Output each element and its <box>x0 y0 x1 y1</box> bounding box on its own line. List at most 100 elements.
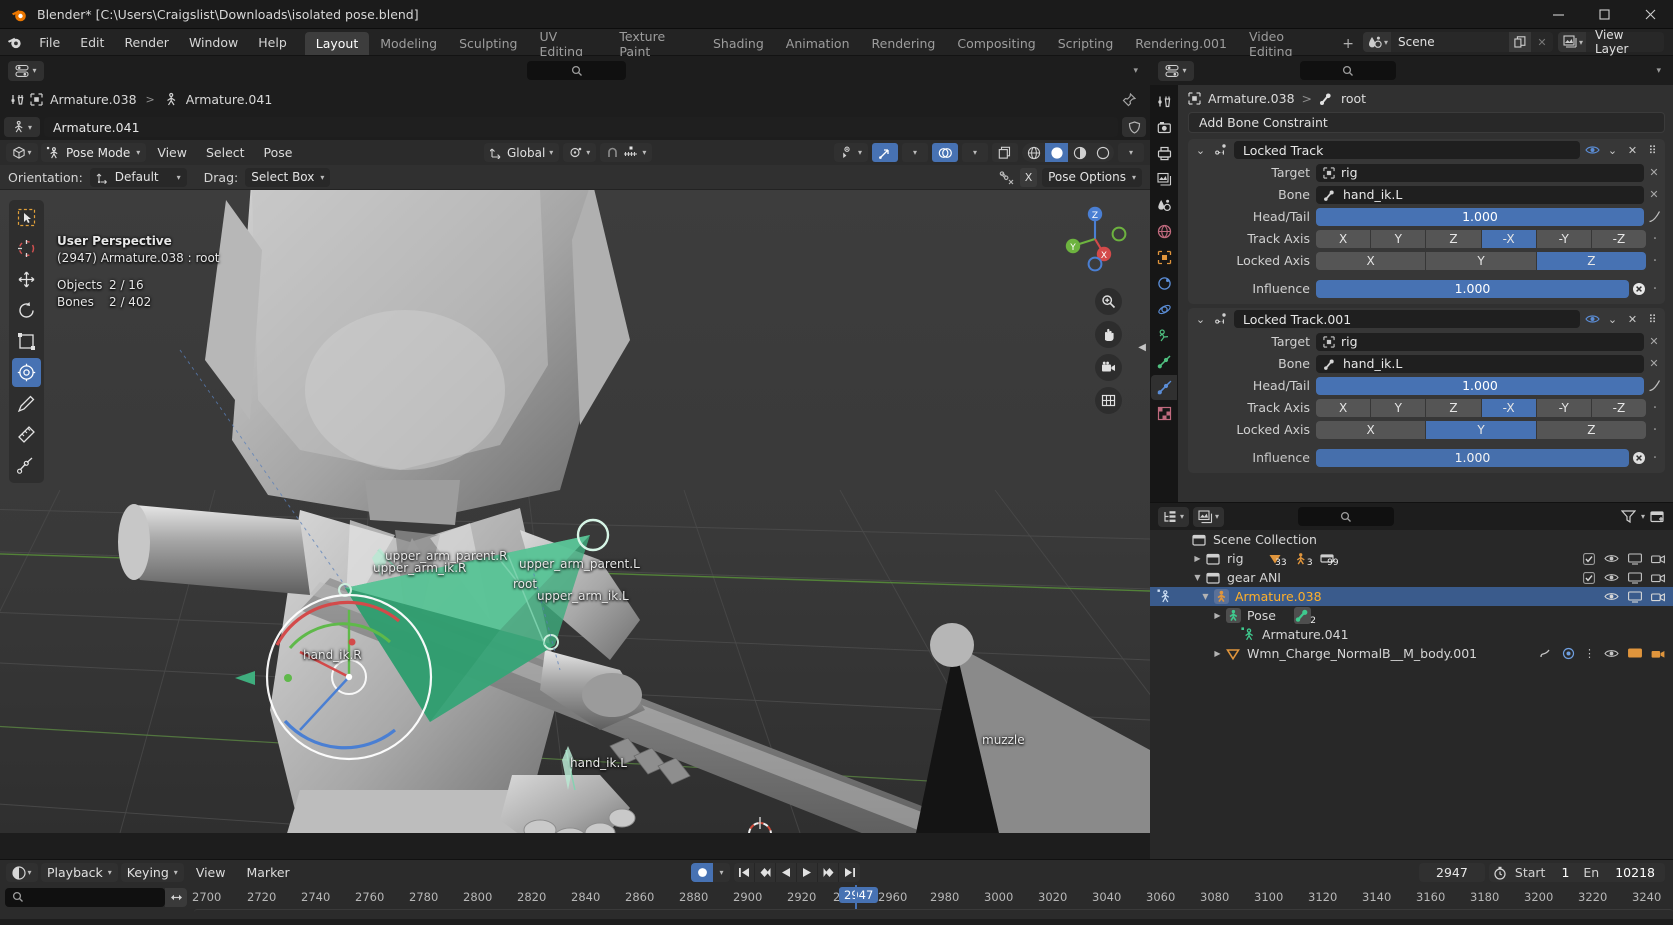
locked-axis-z[interactable]: Z <box>1536 251 1646 270</box>
scene-selector[interactable]: ▾ Scene ✕ <box>1362 32 1553 52</box>
jump-to-start-button[interactable] <box>734 863 755 882</box>
snapping-dropdown[interactable]: ▾ <box>600 143 653 162</box>
tab-material[interactable] <box>1151 401 1177 426</box>
view-axis-gizmo[interactable]: Z Y X <box>1060 204 1130 274</box>
checkbox-icon[interactable] <box>1583 571 1595 584</box>
play-reverse-button[interactable] <box>776 863 797 882</box>
locked-axis-z-2[interactable]: Z <box>1536 420 1646 439</box>
auto-keyframe-toggle[interactable] <box>691 863 713 882</box>
constraint-name-2[interactable]: Locked Track.001 <box>1234 310 1580 328</box>
outliner-display-mode-selector[interactable]: ▾ <box>1193 506 1225 527</box>
constraint-name[interactable]: Locked Track <box>1234 141 1580 159</box>
tab-modifiers[interactable] <box>1151 271 1177 296</box>
track-axis-neg-y-2[interactable]: -Y <box>1536 398 1591 417</box>
close-button[interactable] <box>1627 0 1673 29</box>
playhead-label[interactable]: 2947 <box>839 887 879 903</box>
tab-rendering-001[interactable]: Rendering.001 <box>1124 32 1238 55</box>
locked-axis-animate-dot-2[interactable]: · <box>1649 422 1661 438</box>
use-bbone-shape-icon-2[interactable] <box>1647 379 1661 392</box>
transform-orientation-dropdown[interactable]: Global ▾ <box>484 143 560 162</box>
menu-window[interactable]: Window <box>179 29 248 56</box>
tool-move[interactable] <box>12 265 41 294</box>
tool-rotate[interactable] <box>12 296 41 325</box>
influence-clear-animation-icon[interactable] <box>1632 282 1646 296</box>
maximize-button[interactable] <box>1581 0 1627 29</box>
new-scene-button[interactable] <box>1508 32 1531 52</box>
target-field-2[interactable]: rig <box>1316 332 1644 351</box>
tab-render[interactable] <box>1151 115 1177 140</box>
next-keyframe-button[interactable] <box>818 863 839 882</box>
editor-type-selector[interactable]: ▾ <box>8 60 44 81</box>
headtail-slider-2[interactable]: 1.000 <box>1316 376 1644 395</box>
bone-clear-icon-2[interactable]: ✕ <box>1647 357 1661 370</box>
target-clear-icon[interactable]: ✕ <box>1647 166 1661 179</box>
interaction-mode-dropdown[interactable]: Pose Mode ▾ <box>41 143 147 162</box>
properties-breadcrumb-object[interactable]: Armature.038 <box>1208 91 1295 106</box>
tool-transform[interactable] <box>12 358 41 387</box>
pose-options-dropdown[interactable]: Pose Options ▾ <box>1042 167 1142 187</box>
sidebar-toggle-icon[interactable]: ◀ <box>1138 342 1146 353</box>
eye-icon[interactable] <box>1604 648 1619 659</box>
use-bbone-shape-icon[interactable] <box>1647 210 1661 223</box>
properties-editor-type-selector[interactable]: ▾ <box>1158 60 1194 81</box>
auto-keyframe-dropdown[interactable]: ▾ <box>713 863 730 882</box>
tab-world[interactable] <box>1151 219 1177 244</box>
jump-to-end-button[interactable] <box>839 863 860 882</box>
timeline-editor-type-selector[interactable]: ▾ <box>6 863 38 882</box>
track-axis-x-2[interactable]: X <box>1316 398 1371 417</box>
locked-axis-animate-dot[interactable]: · <box>1649 253 1661 269</box>
play-button[interactable] <box>797 863 818 882</box>
add-bone-constraint-button[interactable]: Add Bone Constraint <box>1188 112 1665 133</box>
tab-particles[interactable] <box>1151 297 1177 322</box>
breadcrumb-object[interactable]: Armature.038 <box>30 92 137 107</box>
outliner-row-wmn-charge-mesh[interactable]: ▶ Wmn_Charge_NormalB__M_body.001 ⋮ <box>1150 644 1673 663</box>
tab-layout[interactable]: Layout <box>304 32 370 55</box>
overlays-dropdown[interactable]: ▾ <box>962 143 988 162</box>
eye-icon[interactable] <box>1604 553 1619 564</box>
object-name-input[interactable]: Armature.041 <box>44 117 1118 137</box>
track-axis-neg-z-2[interactable]: -Z <box>1591 398 1647 417</box>
tab-rendering[interactable]: Rendering <box>861 32 947 55</box>
view-layer-selector[interactable]: ▾ View Layer <box>1557 28 1664 56</box>
shading-rendered-button[interactable] <box>1091 143 1114 162</box>
tab-tool[interactable] <box>1151 89 1177 114</box>
screen-icon[interactable] <box>1628 590 1642 603</box>
more-icon[interactable]: ⋮ <box>1584 647 1595 660</box>
bone-options-icon[interactable] <box>999 170 1015 185</box>
influence-animate-dot-2[interactable]: · <box>1649 450 1661 466</box>
shading-wireframe-button[interactable] <box>1022 143 1045 162</box>
constraint-drag-handle-2[interactable]: ⠿ <box>1645 313 1660 326</box>
outliner-row-armature-041[interactable]: Armature.041 <box>1150 625 1673 644</box>
timeline-playback-menu[interactable]: Playback ▾ <box>41 863 118 882</box>
modifier-icon[interactable] <box>1539 647 1553 660</box>
menu-help[interactable]: Help <box>248 29 297 56</box>
tab-texture-paint[interactable]: Texture Paint <box>608 29 702 59</box>
bone-clear-icon[interactable]: ✕ <box>1647 188 1661 201</box>
camera-icon[interactable] <box>1651 572 1665 584</box>
locked-axis-x[interactable]: X <box>1316 251 1426 270</box>
outliner-row-scene-collection[interactable]: Scene Collection <box>1150 530 1673 549</box>
tab-video-editing[interactable]: Video Editing <box>1238 29 1333 59</box>
bone-field-2[interactable]: hand_ik.L <box>1316 354 1644 373</box>
screen-icon[interactable] <box>1628 552 1642 565</box>
constraint-delete-icon[interactable]: ✕ <box>1625 144 1640 157</box>
track-axis-y[interactable]: Y <box>1371 229 1426 248</box>
track-axis-neg-z[interactable]: -Z <box>1591 229 1647 248</box>
expand-chevron-icon[interactable]: ⌄ <box>1193 144 1208 157</box>
menu-render[interactable]: Render <box>114 29 179 56</box>
tool-annotate[interactable] <box>12 389 41 418</box>
chevron-down-icon[interactable]: ▾ <box>1133 66 1138 76</box>
constraint-delete-icon-2[interactable]: ✕ <box>1625 313 1640 326</box>
xray-toggle[interactable] <box>992 143 1018 162</box>
bone-field[interactable]: hand_ik.L <box>1316 185 1644 204</box>
track-axis-neg-y[interactable]: -Y <box>1536 229 1591 248</box>
camera-icon[interactable] <box>1651 591 1665 603</box>
tool-scale[interactable] <box>12 327 41 356</box>
tab-output[interactable] <box>1151 141 1177 166</box>
pin-icon[interactable] <box>1122 92 1136 107</box>
screen-icon[interactable] <box>1628 571 1642 584</box>
stopwatch-icon[interactable] <box>1489 866 1511 880</box>
influence-slider-2[interactable]: 1.000 <box>1316 448 1629 467</box>
breadcrumb-armature[interactable]: Armature.041 <box>164 92 272 107</box>
tab-view-layer[interactable] <box>1151 167 1177 192</box>
